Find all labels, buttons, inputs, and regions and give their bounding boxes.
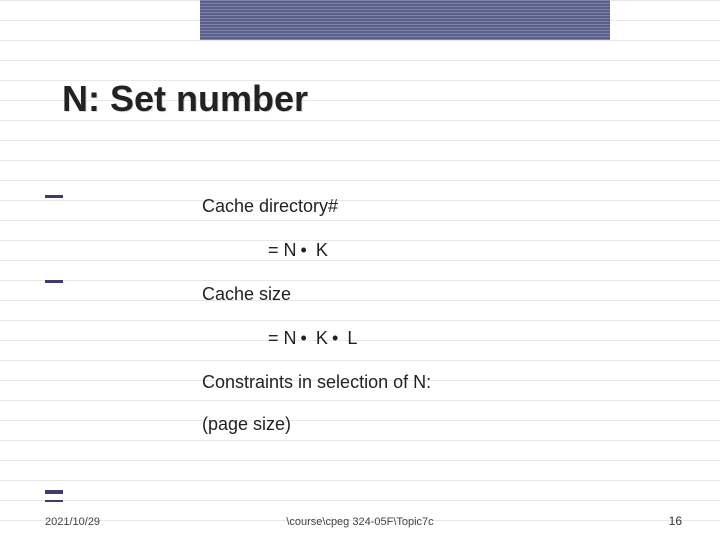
text-constraints: Constraints in selection of N: [202, 372, 431, 393]
footer-page-number: 16 [669, 514, 682, 528]
accent-mark [45, 195, 63, 198]
eq-part: K [311, 240, 328, 260]
text-cache-size: Cache size [202, 284, 291, 305]
accent-mark [45, 490, 63, 494]
text-cache-directory: Cache directory# [202, 196, 338, 217]
dot-icon: • [328, 328, 342, 349]
accent-mark [45, 500, 63, 502]
eq-part: K [311, 328, 328, 348]
eq-part: = N [268, 240, 297, 260]
slide-title: N: Set number [62, 78, 308, 120]
eq-part: = N [268, 328, 297, 348]
eq-part: L [342, 328, 357, 348]
title-banner [200, 0, 610, 40]
text-eq-nkl: = N• K• L [268, 328, 357, 349]
dot-icon: • [297, 240, 311, 261]
accent-mark [45, 280, 63, 283]
dot-icon: • [297, 328, 311, 349]
footer-path: \course\cpeg 324-05F\Topic7c [0, 516, 720, 528]
text-page-size: (page size) [202, 414, 291, 435]
text-eq-nk: = N• K [268, 240, 328, 261]
